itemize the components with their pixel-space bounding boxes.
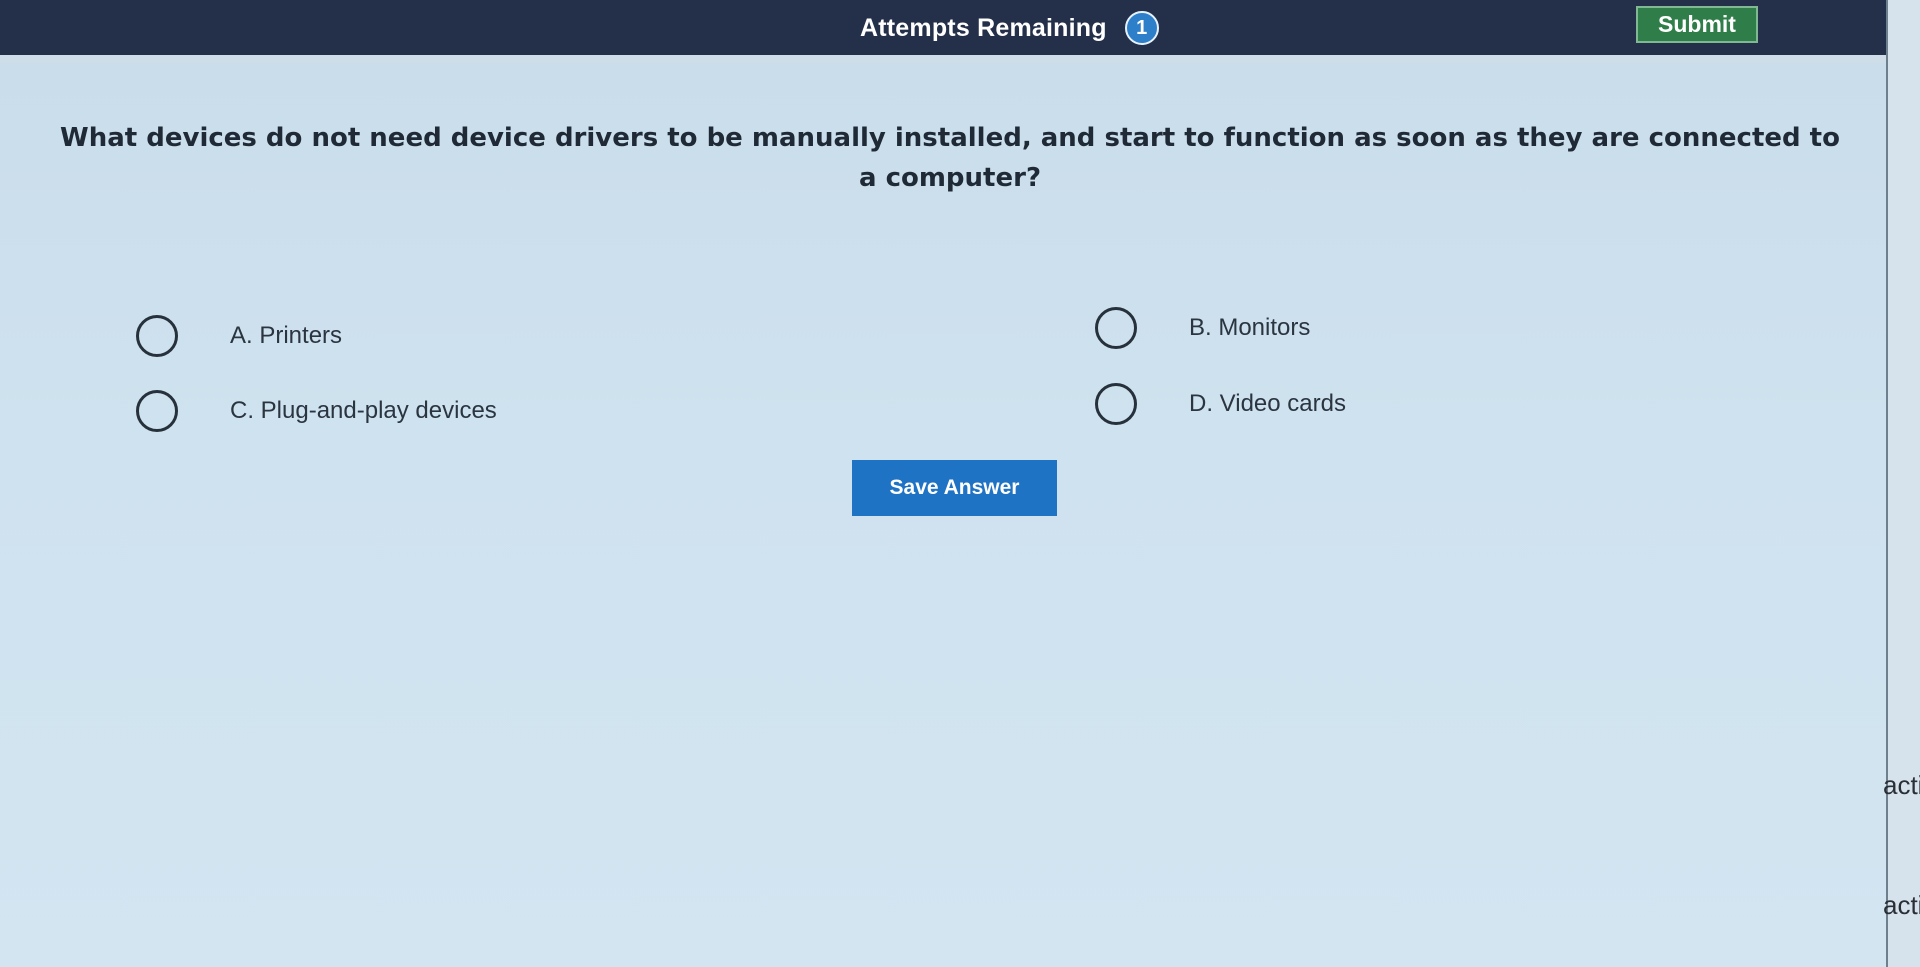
- option-c[interactable]: C. Plug-and-play devices: [136, 390, 497, 432]
- side-truncated-text: acti: [1883, 890, 1920, 920]
- radio-option-c[interactable]: [136, 390, 178, 432]
- submit-button[interactable]: Submit: [1636, 6, 1758, 43]
- radio-option-a[interactable]: [136, 315, 178, 357]
- option-a-label: A. Printers: [230, 322, 343, 349]
- option-d-label: D. Video cards: [1189, 390, 1346, 417]
- save-answer-button[interactable]: Save Answer: [852, 460, 1057, 516]
- side-truncated-text: acti: [1883, 770, 1920, 800]
- option-b-label: B. Monitors: [1189, 314, 1311, 341]
- question-text: What devices do not need device drivers …: [60, 123, 1840, 193]
- attempts-remaining: Attempts Remaining 1: [860, 11, 1159, 45]
- attempts-remaining-label: Attempts Remaining: [860, 13, 1107, 42]
- option-c-label: C. Plug-and-play devices: [230, 397, 497, 424]
- top-bar: Attempts Remaining 1 Submit: [0, 0, 1886, 63]
- option-a[interactable]: A. Printers: [136, 315, 342, 357]
- option-b[interactable]: B. Monitors: [1095, 307, 1310, 349]
- radio-option-b[interactable]: [1095, 307, 1137, 349]
- option-d[interactable]: D. Video cards: [1095, 383, 1346, 425]
- right-edge-panel: [1886, 0, 1920, 967]
- attempts-count-badge: 1: [1124, 11, 1159, 45]
- radio-option-d[interactable]: [1095, 383, 1137, 425]
